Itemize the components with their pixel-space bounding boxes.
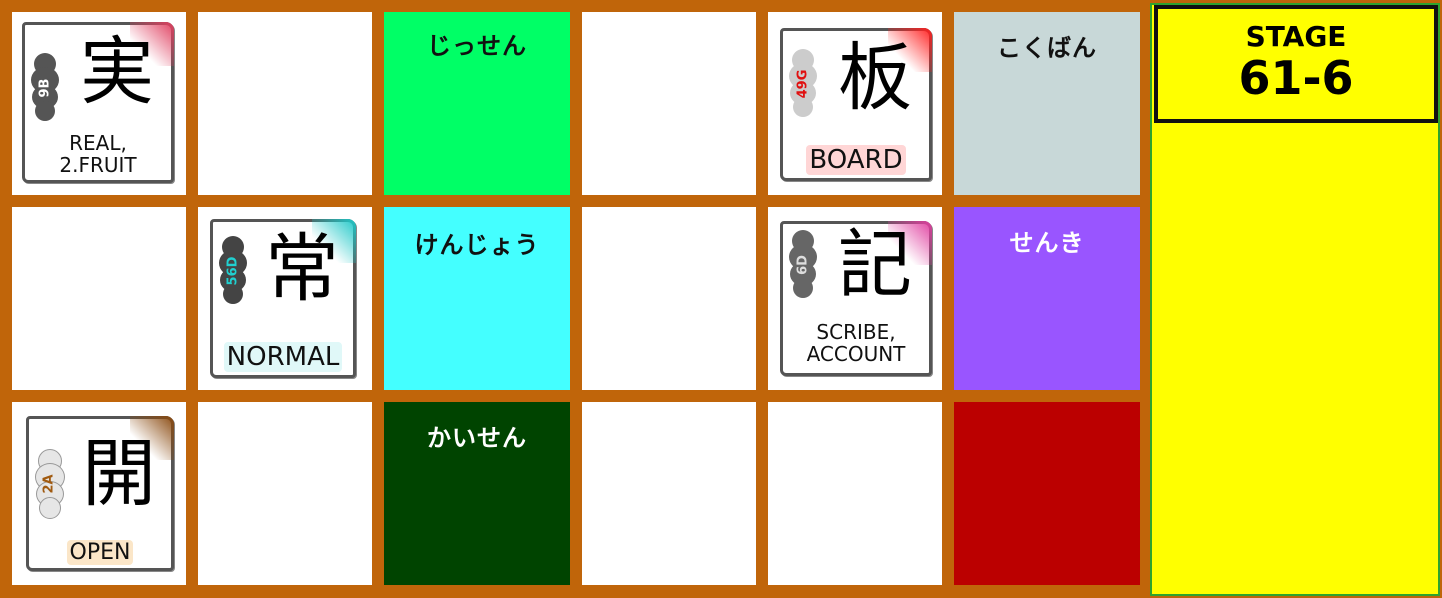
kanji-meaning-text: NORMAL — [223, 342, 343, 372]
kanji-code: 9B — [37, 78, 53, 98]
kanji-meaning: OPEN — [29, 540, 171, 565]
reading-label: けんじょう — [414, 231, 540, 259]
stage-indicator: STAGE 61-6 — [1154, 5, 1438, 123]
kanji-card[interactable]: 49G 板 BOARD — [780, 28, 932, 181]
kanji-meaning-text: OPEN — [66, 540, 134, 565]
kanji-meaning: BOARD — [783, 145, 929, 175]
kanji-card[interactable]: 2A 開 OPEN — [26, 416, 174, 571]
cell-r1c5[interactable]: せんき — [954, 207, 1140, 390]
kanji-card[interactable]: 9B 実 REAL, 2.FRUIT — [22, 22, 174, 183]
stage-number: 61-6 — [1238, 51, 1354, 105]
cell-r1c2[interactable]: けんじょう — [384, 207, 570, 390]
cloud-icon: 6D — [789, 230, 817, 300]
kanji-meaning: NORMAL — [213, 342, 353, 372]
cell-r0c0[interactable]: 9B 実 REAL, 2.FRUIT — [12, 12, 186, 195]
kanji-meaning-line1: SCRIBE, — [816, 320, 896, 344]
reading-label: せんき — [1009, 229, 1085, 257]
kanji-character: 記 — [838, 222, 912, 308]
cell-r0c5[interactable]: こくばん — [954, 12, 1140, 195]
reading-label: じっせん — [427, 32, 527, 60]
reading-label: こくばん — [997, 34, 1097, 62]
cloud-icon: 2A — [35, 449, 65, 519]
kanji-meaning-line2: 2.FRUIT — [59, 153, 137, 177]
kanji-card[interactable]: 56D 常 NORMAL — [210, 219, 356, 378]
kanji-character: 板 — [838, 35, 912, 121]
cell-r1c3[interactable] — [582, 207, 756, 390]
kanji-code: 6D — [795, 255, 811, 275]
cloud-icon: 56D — [219, 236, 247, 306]
cell-r2c3[interactable] — [582, 402, 756, 585]
cell-r2c5[interactable] — [954, 402, 1140, 585]
cell-r0c2[interactable]: じっせん — [384, 12, 570, 195]
kanji-code: 56D — [225, 256, 241, 286]
kanji-character: 常 — [265, 226, 339, 312]
kanji-character: 実 — [80, 29, 154, 115]
cell-r2c0[interactable]: 2A 開 OPEN — [12, 402, 186, 585]
kanji-character: 開 — [82, 431, 156, 517]
cell-r1c4[interactable]: 6D 記 SCRIBE, ACCOUNT — [768, 207, 942, 390]
kanji-code: 49G — [795, 69, 811, 99]
kanji-meaning-text: BOARD — [806, 145, 906, 175]
cell-r1c1[interactable]: 56D 常 NORMAL — [198, 207, 372, 390]
cloud-icon: 49G — [789, 49, 817, 119]
cell-r2c4[interactable] — [768, 402, 942, 585]
kanji-meaning-line2: ACCOUNT — [806, 342, 906, 366]
cell-r2c2[interactable]: かいせん — [384, 402, 570, 585]
cell-r2c1[interactable] — [198, 402, 372, 585]
kanji-meaning-line1: REAL, — [69, 131, 127, 155]
cell-r0c3[interactable] — [582, 12, 756, 195]
cell-r0c4[interactable]: 49G 板 BOARD — [768, 12, 942, 195]
kanji-meaning: SCRIBE, ACCOUNT — [783, 321, 929, 365]
stage-panel: STAGE 61-6 — [1150, 3, 1440, 596]
stage-label: STAGE — [1245, 20, 1347, 53]
cell-r1c0[interactable] — [12, 207, 186, 390]
kanji-meaning: REAL, 2.FRUIT — [25, 132, 171, 176]
kanji-card[interactable]: 6D 記 SCRIBE, ACCOUNT — [780, 221, 932, 376]
game-board: 9B 実 REAL, 2.FRUIT じっせん 49G 板 BOARD こくばん… — [0, 0, 1150, 598]
reading-label: かいせん — [427, 424, 527, 452]
kanji-code: 2A — [41, 474, 57, 494]
cell-r0c1[interactable] — [198, 12, 372, 195]
cloud-icon: 9B — [31, 53, 59, 123]
